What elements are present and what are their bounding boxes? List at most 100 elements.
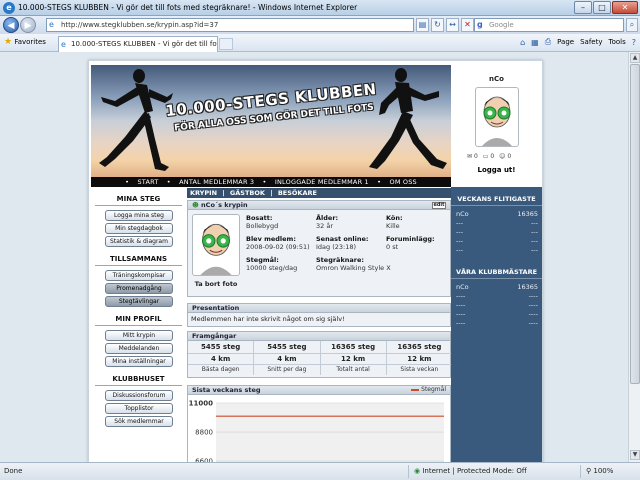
field-label: Ålder:	[316, 214, 339, 222]
safety-menu[interactable]: Safety	[580, 38, 602, 46]
sidebar-item-promenadgang[interactable]: Promenadgång	[105, 283, 173, 294]
ranking-value: 16365	[517, 283, 538, 291]
edit-profile-button[interactable]: edit	[432, 202, 446, 209]
search-icon[interactable]: ⌕	[626, 18, 638, 32]
achievement-label: Sista veckan	[400, 366, 439, 373]
mail-stat[interactable]: ✉ 0	[467, 153, 478, 160]
sidebar-item-diskussionsforum[interactable]: Diskussionsforum	[105, 390, 173, 401]
field-value: 10000 steg/dag	[246, 264, 298, 272]
browser-tab[interactable]: e 10.000-STEGS KLUBBEN - Vi gör det till…	[58, 36, 218, 52]
sidebar-item-traningskompisar[interactable]: Träningskompisar	[105, 270, 173, 281]
scroll-down-icon[interactable]: ▼	[630, 450, 640, 460]
search-placeholder: Google	[489, 21, 514, 29]
ranking-value: ---	[530, 228, 538, 236]
field-kon: Kön: Kille	[386, 214, 403, 230]
achievement-km: 12 km	[386, 354, 452, 365]
sidebar-item-stegdagbok[interactable]: Min stegdagbok	[105, 223, 173, 234]
profile-face-icon	[200, 223, 232, 275]
profile-photo[interactable]	[192, 214, 240, 276]
ranking-row: --- ---	[456, 219, 538, 227]
home-icon[interactable]: ⌂	[520, 38, 525, 47]
nav-start[interactable]: START	[137, 178, 158, 186]
security-zone[interactable]: ◉ Internet | Protected Mode: Off	[414, 467, 527, 475]
ranking-row: --- ---	[456, 228, 538, 236]
sidebar-item-mitt-krypin[interactable]: Mitt krypin	[105, 330, 173, 341]
tools-menu[interactable]: Tools	[609, 38, 626, 46]
sidebar-item-stegtavlingar[interactable]: Stegtävlingar	[105, 296, 173, 307]
avatar-face-icon	[482, 96, 512, 146]
y-tick-label: 8800	[195, 429, 213, 437]
new-tab-button[interactable]	[219, 38, 233, 50]
field-stegraknare: Stegräknare: Omron Walking Style X	[316, 256, 391, 272]
command-items: ⌂ ▦ ⎙ Page Safety Tools ?	[520, 37, 636, 47]
tab-gastbok[interactable]: GÄSTBOK	[230, 189, 265, 197]
go-icon[interactable]: ↔	[446, 18, 459, 32]
sidebar-item-meddelanden[interactable]: Meddelanden	[105, 343, 173, 354]
tab-separator: |	[222, 189, 225, 197]
search-input[interactable]: g Google	[474, 18, 624, 32]
sidebar-item-sok-medlemmar[interactable]: Sök medlemmar	[105, 416, 173, 427]
vertical-scrollbar[interactable]: ▲ ▼	[628, 52, 640, 462]
minimize-button[interactable]: –	[574, 1, 592, 14]
achievement-steps: 16365 steg	[386, 343, 452, 354]
achievement-steps: 16365 steg	[320, 343, 386, 354]
sidebar-item-logga-steg[interactable]: Logga mina steg	[105, 210, 173, 221]
chart-title: Sista veckans steg	[192, 386, 261, 394]
scroll-thumb[interactable]	[630, 64, 640, 384]
ranking-name: ---	[456, 237, 464, 245]
message-count: 0	[490, 153, 495, 160]
field-label: Blev medlem:	[246, 235, 296, 243]
runner-left-silhouette	[99, 69, 173, 171]
feeds-icon[interactable]: ▦	[531, 38, 539, 47]
ranking-value: ----	[528, 301, 538, 309]
tab-besokare[interactable]: BESÖKARE	[278, 189, 317, 197]
ranking-row: nCo 16365	[456, 210, 538, 218]
achievement-steps: 5455 steg	[188, 343, 254, 354]
close-button[interactable]: ✕	[612, 1, 638, 14]
field-stegmal: Stegmål: 10000 steg/dag	[246, 256, 297, 272]
maximize-button[interactable]: □	[593, 1, 611, 14]
sidebar-item-installningar[interactable]: Mina inställningar	[105, 356, 173, 367]
main-content: KRYPIN | GÄSTBOK | BESÖKARE ☻ nCo´s kryp…	[187, 187, 452, 462]
nav-online-count[interactable]: INLOGGADE MEDLEMMAR 1	[275, 178, 369, 186]
nav-members-count[interactable]: ANTAL MEDLEMMAR 3	[179, 178, 254, 186]
url-field[interactable]: e http://www.stegklubben.se/krypin.asp?i…	[46, 18, 414, 32]
section-tillsammans: TILLSAMMANS	[95, 255, 182, 266]
logout-link[interactable]: Logga ut!	[451, 166, 542, 174]
remove-photo-link[interactable]: Ta bort foto	[188, 280, 244, 288]
legend-label: Stegmål	[421, 386, 446, 393]
back-button[interactable]: ◀	[3, 17, 19, 33]
page-menu[interactable]: Page	[557, 38, 574, 46]
ranking-name[interactable]: nCo	[456, 210, 469, 218]
ranking-value: ---	[530, 219, 538, 227]
tab-krypin[interactable]: KRYPIN	[190, 189, 217, 197]
avatar[interactable]	[475, 87, 519, 147]
refresh-icon[interactable]: ↻	[431, 18, 444, 32]
favorites-button[interactable]: ★ Favorites	[4, 37, 46, 47]
sidebar-item-statistik[interactable]: Statistik & diagram	[105, 236, 173, 247]
right-column: VECKANS FLITIGASTE nCo 16365 --- --- --- --- --…	[451, 187, 542, 462]
ranking-value: ---	[530, 237, 538, 245]
print-icon[interactable]: ⎙	[545, 37, 551, 47]
message-stat[interactable]: ▭ 0	[483, 153, 494, 160]
sidebar-item-topplistor[interactable]: Topplistor	[105, 403, 173, 414]
help-icon[interactable]: ?	[632, 38, 636, 47]
field-label: Foruminlägg:	[386, 235, 435, 243]
ranking-row: ---- ----	[456, 319, 538, 327]
forward-button[interactable]: ▶	[20, 17, 36, 33]
user-stats: ✉ 0 ▭ 0 ☺ 0	[467, 153, 511, 160]
ranking-value: 16365	[517, 210, 538, 218]
scroll-up-icon[interactable]: ▲	[630, 53, 640, 63]
page-viewport: 10.000-STEGS KLUBBEN FÖR ALLA OSS SOM GÖ…	[0, 52, 628, 462]
ranking-name[interactable]: nCo	[456, 283, 469, 291]
field-label: Stegmål:	[246, 256, 279, 264]
status-divider	[580, 465, 581, 478]
field-value: Bollebygd	[246, 222, 279, 230]
compatibility-icon[interactable]: ▤	[416, 18, 429, 32]
stop-icon[interactable]: ✕	[461, 18, 474, 32]
zoom-control[interactable]: ⚲ 100%	[586, 467, 613, 475]
achievement-km: 12 km	[320, 354, 386, 365]
nav-about[interactable]: OM OSS	[390, 178, 417, 186]
friends-stat[interactable]: ☺ 0	[499, 153, 511, 160]
legend-swatch	[411, 388, 420, 391]
